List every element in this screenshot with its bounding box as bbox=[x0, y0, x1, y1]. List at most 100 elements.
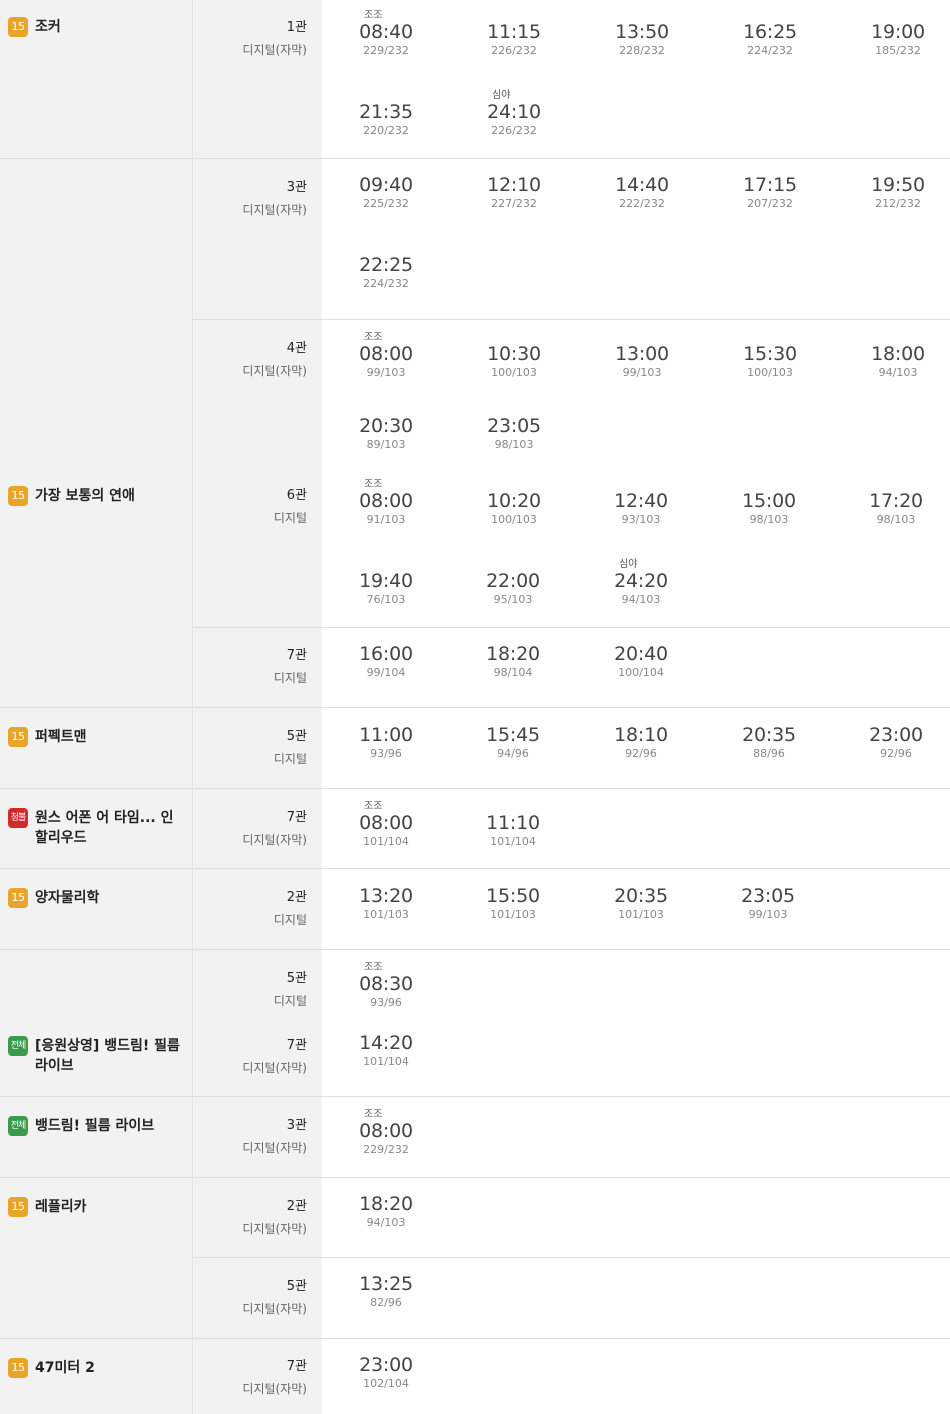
seat-availability: 99/104 bbox=[366, 666, 406, 679]
showtime-slot[interactable]: 15:50 101/103 bbox=[473, 886, 553, 922]
showtime-time: 08:00 bbox=[359, 1120, 413, 1142]
showtime-slot[interactable]: 10:30 100/103 bbox=[474, 344, 554, 380]
showtime-time: 17:15 bbox=[743, 174, 797, 196]
showtime-slot[interactable]: 조조 08:30 93/96 bbox=[346, 962, 426, 1009]
seat-availability: 93/96 bbox=[370, 996, 402, 1009]
showtime-time: 18:00 bbox=[871, 343, 925, 365]
showtime-slot[interactable]: 17:15 207/232 bbox=[730, 174, 810, 211]
movie-title[interactable]: 양자물리학 bbox=[35, 888, 183, 908]
hall-info: 7관 디지털(자막) bbox=[192, 809, 307, 849]
showtime-slot[interactable]: 13:50 228/232 bbox=[602, 22, 682, 58]
movie-entry[interactable]: 전체 [응원상영] 뱅드림! 필름 라이브 bbox=[8, 1036, 188, 1076]
seat-availability: 100/104 bbox=[618, 666, 664, 679]
showtime-slot[interactable]: 16:00 99/104 bbox=[346, 644, 426, 680]
seat-availability: 227/232 bbox=[491, 197, 537, 210]
showtime-slot[interactable]: 19:00 185/232 bbox=[858, 22, 938, 58]
row-divider bbox=[0, 158, 950, 159]
showtime-slot[interactable]: 21:35 220/232 bbox=[346, 102, 426, 138]
showtime-slot[interactable]: 10:20 100/103 bbox=[474, 491, 554, 527]
movie-title[interactable]: 퍼펙트맨 bbox=[35, 727, 183, 747]
screening-format: 디지털(자막) bbox=[242, 203, 307, 217]
seat-availability: 224/232 bbox=[747, 44, 793, 57]
movie-title[interactable]: [응원상영] 뱅드림! 필름 라이브 bbox=[35, 1036, 183, 1076]
showtime-tag: 조조 bbox=[364, 479, 383, 490]
showtime-slot[interactable]: 조조 08:40 229/232 bbox=[346, 10, 426, 57]
showtime-slot[interactable]: 13:25 82/96 bbox=[346, 1274, 426, 1310]
seat-availability: 94/96 bbox=[497, 747, 529, 760]
movie-title[interactable]: 뱅드림! 필름 라이브 bbox=[35, 1116, 183, 1136]
showtime-time: 08:30 bbox=[359, 973, 413, 995]
showtime-slot[interactable]: 22:00 95/103 bbox=[473, 570, 553, 607]
movie-entry[interactable]: 15 47미터 2 bbox=[8, 1358, 188, 1378]
seat-availability: 94/103 bbox=[621, 593, 661, 606]
movie-title[interactable]: 레플리카 bbox=[35, 1197, 183, 1217]
seat-availability: 101/104 bbox=[490, 835, 536, 848]
showtime-slot[interactable]: 23:00 102/104 bbox=[346, 1355, 426, 1391]
showtime-slot[interactable]: 조조 08:00 101/104 bbox=[346, 801, 426, 848]
movie-entry[interactable]: 전체 뱅드림! 필름 라이브 bbox=[8, 1116, 188, 1136]
showtime-slot[interactable]: 12:10 227/232 bbox=[474, 174, 554, 211]
showtime-slot[interactable]: 17:20 98/103 bbox=[856, 491, 936, 527]
showtime-slot[interactable]: 11:15 226/232 bbox=[474, 22, 554, 58]
seat-availability: 102/104 bbox=[363, 1377, 409, 1390]
showtime-slot[interactable]: 16:25 224/232 bbox=[730, 22, 810, 58]
showtime-slot[interactable]: 15:45 94/96 bbox=[473, 725, 553, 761]
seat-availability: 101/103 bbox=[490, 908, 536, 921]
movie-title[interactable]: 조커 bbox=[35, 17, 183, 37]
screening-format: 디지털 bbox=[273, 511, 307, 525]
showtime-slot[interactable]: 18:00 94/103 bbox=[858, 343, 938, 380]
row-divider bbox=[0, 868, 950, 869]
movie-entry[interactable]: 15 퍼펙트맨 bbox=[8, 727, 188, 747]
showtime-slot[interactable]: 심야 24:20 94/103 bbox=[601, 559, 681, 606]
showtime-slot[interactable]: 조조 08:00 91/103 bbox=[346, 479, 426, 526]
showtime-slot[interactable]: 14:20 101/104 bbox=[346, 1033, 426, 1069]
rating-badge: 15 bbox=[8, 1358, 28, 1378]
movie-entry[interactable]: 15 조커 bbox=[8, 17, 188, 37]
showtime-slot[interactable]: 18:20 94/103 bbox=[346, 1194, 426, 1230]
seat-availability: 212/232 bbox=[875, 197, 921, 210]
showtime-slot[interactable]: 20:40 100/104 bbox=[601, 644, 681, 680]
showtime-time: 12:40 bbox=[614, 490, 668, 512]
showtime-slot[interactable]: 20:30 89/103 bbox=[346, 416, 426, 452]
showtime-slot[interactable]: 13:20 101/103 bbox=[346, 886, 426, 922]
movie-entry[interactable]: 15 양자물리학 bbox=[8, 888, 188, 908]
hall-name: 7관 bbox=[286, 1038, 307, 1053]
showtime-time: 11:10 bbox=[486, 812, 540, 834]
showtime-slot[interactable]: 22:25 224/232 bbox=[346, 255, 426, 291]
showtime-tag: 심야 bbox=[492, 90, 511, 101]
showtime-slot[interactable]: 09:40 225/232 bbox=[346, 175, 426, 211]
showtime-time: 11:00 bbox=[359, 724, 413, 746]
movie-title[interactable]: 가장 보통의 연애 bbox=[35, 486, 183, 506]
showtime-slot[interactable]: 15:30 100/103 bbox=[730, 344, 810, 380]
showtime-time: 22:00 bbox=[486, 570, 540, 592]
showtime-time: 12:10 bbox=[487, 174, 541, 196]
showtime-slot[interactable]: 18:10 92/96 bbox=[601, 725, 681, 761]
showtime-slot[interactable]: 18:20 98/104 bbox=[473, 644, 553, 680]
showtime-slot[interactable]: 12:40 93/103 bbox=[601, 490, 681, 527]
showtime-slot[interactable]: 19:40 76/103 bbox=[346, 571, 426, 607]
hall-info: 5관 디지털 bbox=[192, 728, 307, 768]
movie-entry[interactable]: 15 레플리카 bbox=[8, 1197, 188, 1217]
showtime-slot[interactable]: 20:35 101/103 bbox=[601, 886, 681, 922]
showtime-slot[interactable]: 13:00 99/103 bbox=[602, 344, 682, 380]
seat-availability: 99/103 bbox=[622, 366, 662, 379]
showtime-slot[interactable]: 11:10 101/104 bbox=[473, 812, 553, 849]
movie-entry[interactable]: 15 가장 보통의 연애 bbox=[8, 486, 188, 506]
movie-title[interactable]: 47미터 2 bbox=[35, 1358, 183, 1378]
showtime-slot[interactable]: 조조 08:00 99/103 bbox=[346, 332, 426, 379]
showtime-slot[interactable]: 조조 08:00 229/232 bbox=[346, 1109, 426, 1156]
showtime-tag: 조조 bbox=[364, 962, 383, 973]
showtime-slot[interactable]: 심야 24:10 226/232 bbox=[474, 90, 554, 137]
showtime-slot[interactable]: 23:05 99/103 bbox=[728, 886, 808, 922]
showtime-slot[interactable]: 19:50 212/232 bbox=[858, 175, 938, 211]
movie-entry[interactable]: 청불 원스 어폰 어 타임... 인 할리우드 bbox=[8, 808, 188, 848]
showtime-slot[interactable]: 20:35 88/96 bbox=[729, 725, 809, 761]
showtime-slot[interactable]: 14:40 222/232 bbox=[602, 175, 682, 211]
movie-title[interactable]: 원스 어폰 어 타임... 인 할리우드 bbox=[35, 808, 183, 848]
hall-info: 7관 디지털 bbox=[192, 647, 307, 687]
showtime-slot[interactable]: 11:00 93/96 bbox=[346, 724, 426, 761]
showtime-slot[interactable]: 15:00 98/103 bbox=[729, 490, 809, 527]
showtime-time: 15:00 bbox=[742, 490, 796, 512]
showtime-slot[interactable]: 23:00 92/96 bbox=[856, 725, 936, 761]
showtime-slot[interactable]: 23:05 98/103 bbox=[474, 416, 554, 452]
